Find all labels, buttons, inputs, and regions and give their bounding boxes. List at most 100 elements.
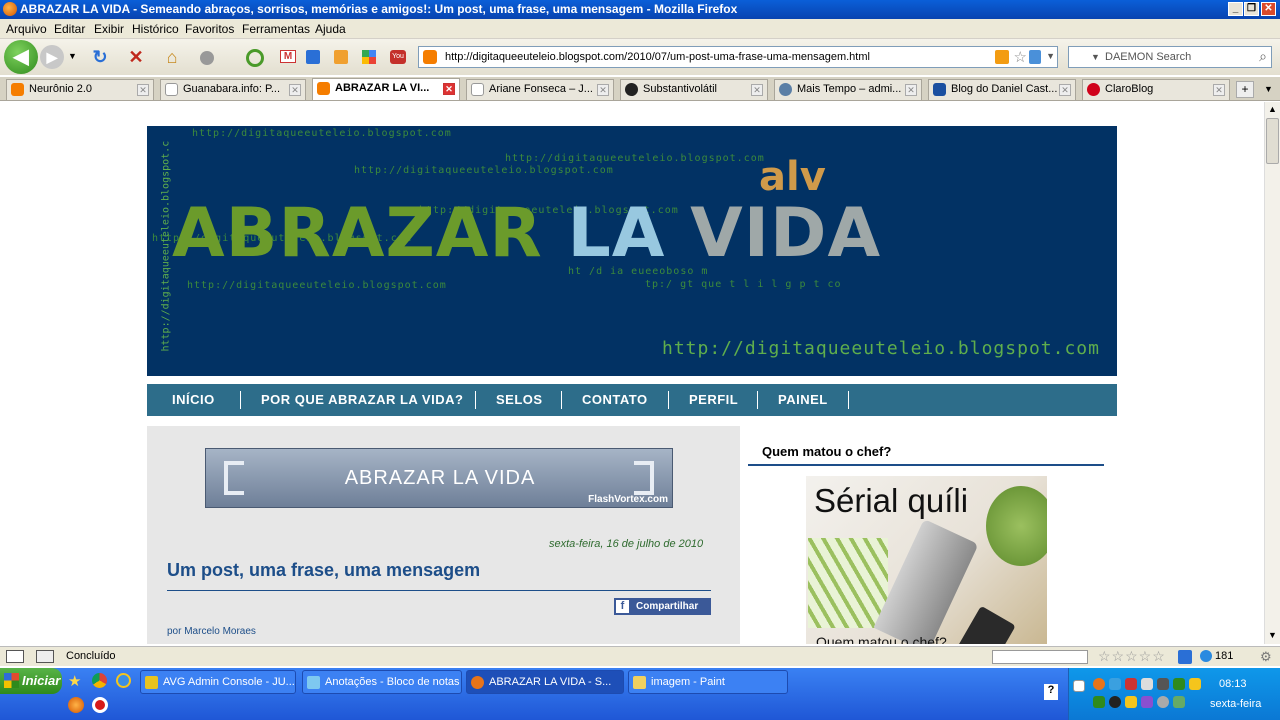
help-icon[interactable]: ? <box>1044 684 1058 700</box>
new-tab-button[interactable]: + <box>1236 81 1254 98</box>
tray-app3-icon[interactable] <box>1109 696 1121 708</box>
tab-ariane[interactable]: Ariane Fonseca – J... ✕ <box>466 79 614 100</box>
tray-app-icon[interactable] <box>1093 678 1105 690</box>
tray-app2-icon[interactable] <box>1093 696 1105 708</box>
tray-alert-icon[interactable] <box>1189 678 1201 690</box>
tray-volume-icon[interactable] <box>1157 696 1169 708</box>
info-icon[interactable] <box>1029 50 1041 64</box>
search-input[interactable]: DAEMON Search <box>1105 51 1191 63</box>
youtube-icon[interactable]: You <box>390 50 406 64</box>
nav-por-que[interactable]: POR QUE ABRAZAR LA VIDA? <box>261 392 463 407</box>
menu-exibir[interactable]: Exibir <box>94 22 124 36</box>
tab-abrazar[interactable]: ABRAZAR LA VI... ✕ <box>312 78 460 100</box>
tab-close-icon[interactable]: ✕ <box>1213 84 1225 96</box>
quicklaunch-star-icon[interactable]: ★ <box>68 672 81 690</box>
scroll-down-icon[interactable]: ▼ <box>1268 630 1277 640</box>
gmail-icon[interactable]: M <box>280 50 296 63</box>
tab-close-icon[interactable]: ✕ <box>137 84 149 96</box>
address-bar[interactable]: http://digitaqueeuteleio.blogspot.com/20… <box>418 46 1058 68</box>
serial-quili-image[interactable]: Sérial quíli Quem matou o chef? <box>806 476 1047 644</box>
nav-inicio[interactable]: INÍCIO <box>172 392 215 407</box>
tray-clock[interactable]: 08:13 <box>1219 678 1247 690</box>
rating-stars[interactable]: ☆☆☆☆☆ <box>1098 648 1166 665</box>
tab-daniel-castro[interactable]: Blog do Daniel Cast... ✕ <box>928 79 1076 100</box>
tab-close-icon[interactable]: ✕ <box>597 84 609 96</box>
tray-app4-icon[interactable] <box>1141 696 1153 708</box>
nav-contato[interactable]: CONTATO <box>582 392 648 407</box>
opera-icon[interactable] <box>92 697 108 713</box>
rss-icon[interactable] <box>995 50 1009 64</box>
menu-ajuda[interactable]: Ajuda <box>315 22 346 36</box>
menu-editar[interactable]: Editar <box>54 22 85 36</box>
addon-icon[interactable] <box>200 51 214 65</box>
tab-substantivolatil[interactable]: Substantivolátil ✕ <box>620 79 768 100</box>
scroll-up-icon[interactable]: ▲ <box>1268 104 1277 114</box>
blog-header-banner[interactable]: http://digitaqueeuteleio.blogspot.com ht… <box>147 126 1117 376</box>
tab-close-icon[interactable]: ✕ <box>1059 84 1071 96</box>
tab-close-icon[interactable]: ✕ <box>751 84 763 96</box>
maximize-button[interactable]: ❐ <box>1244 2 1259 16</box>
post-title[interactable]: Um post, uma frase, uma mensagem <box>167 560 480 581</box>
knife-handle-image <box>946 605 1016 644</box>
reload-icon[interactable]: ↻ <box>88 43 112 71</box>
search-icon[interactable]: ⌕ <box>1259 48 1267 65</box>
taskbar-item-firefox[interactable]: ABRAZAR LA VIDA - S... <box>466 670 624 694</box>
flashvortex-banner[interactable]: ABRAZAR LA VIDA FlashVortex.com <box>205 448 673 508</box>
menu-arquivo[interactable]: Arquivo <box>6 22 47 36</box>
stop-icon[interactable]: ✕ <box>124 43 148 71</box>
menu-ferramentas[interactable]: Ferramentas <box>242 22 310 36</box>
taskbar-item-paint[interactable]: imagem - Paint <box>628 670 788 694</box>
tab-list-icon[interactable]: ▼ <box>1264 84 1273 94</box>
serial-quili-title: Sérial quíli <box>814 482 969 519</box>
menu-favoritos[interactable]: Favoritos <box>185 22 234 36</box>
google-icon[interactable] <box>362 50 376 64</box>
resize-grip-icon[interactable]: ⚙ <box>1260 649 1272 665</box>
menu-historico[interactable]: Histórico <box>132 22 179 36</box>
forward-button[interactable]: ▶ <box>40 45 64 69</box>
tray-security-icon[interactable] <box>1125 678 1137 690</box>
star-icon[interactable]: ☆ <box>1014 48 1027 66</box>
url-text[interactable]: http://digitaqueeuteleio.blogspot.com/20… <box>445 51 870 63</box>
facebook-share-button[interactable]: f Compartilhar <box>614 598 711 615</box>
tab-neuronio[interactable]: Neurônio 2.0 ✕ <box>6 79 154 100</box>
start-button[interactable]: Iniciar <box>0 668 62 694</box>
search-box[interactable]: ▼ DAEMON Search ⌕ <box>1068 46 1272 68</box>
chrome-icon[interactable] <box>92 673 107 688</box>
page-scrollbar[interactable]: ▲ ▼ <box>1264 102 1280 644</box>
nav-painel[interactable]: PAINEL <box>778 392 828 407</box>
toolbar-addon-icon[interactable] <box>334 50 348 64</box>
tab-guanabara[interactable]: Guanabara.info: P... ✕ <box>160 79 306 100</box>
tray-app5-icon[interactable] <box>1173 696 1185 708</box>
tab-close-icon[interactable]: ✕ <box>443 83 455 95</box>
refresh-addon-icon[interactable] <box>246 49 264 67</box>
home-icon[interactable]: ⌂ <box>160 43 184 71</box>
tray-printer-icon[interactable] <box>1141 678 1153 690</box>
tool-icon[interactable] <box>36 650 54 663</box>
tray-avg-icon[interactable] <box>1173 678 1185 690</box>
screen-icon[interactable] <box>6 650 24 663</box>
tab-claroblog[interactable]: ClaroBlog ✕ <box>1082 79 1230 100</box>
tray-shield-icon[interactable] <box>1125 696 1137 708</box>
tray-network-icon[interactable] <box>1109 678 1121 690</box>
nav-selos[interactable]: SELOS <box>496 392 543 407</box>
tab-mais-tempo[interactable]: Mais Tempo – admi... ✕ <box>774 79 922 100</box>
url-dropdown-icon[interactable]: ▼ <box>1046 51 1055 61</box>
tray-window-icon[interactable] <box>1073 680 1085 692</box>
post-title-divider <box>167 590 711 591</box>
taskbar-item-notepad[interactable]: Anotações - Bloco de notas <box>302 670 462 694</box>
taskbar-item-avg[interactable]: AVG Admin Console - JU... <box>140 670 296 694</box>
minimize-button[interactable]: _ <box>1228 2 1243 16</box>
history-dropdown-icon[interactable]: ▼ <box>68 51 77 61</box>
nav-perfil[interactable]: PERFIL <box>689 392 738 407</box>
close-button[interactable]: ✕ <box>1261 2 1276 16</box>
back-button[interactable]: ◀ <box>4 40 38 74</box>
firefox-quicklaunch-icon[interactable] <box>68 697 84 713</box>
bookmark-icon[interactable] <box>306 50 320 64</box>
scrollbar-thumb[interactable] <box>1266 118 1279 164</box>
addon-status-icon[interactable] <box>1178 650 1192 664</box>
tray-device-icon[interactable] <box>1157 678 1169 690</box>
search-engine-dropdown-icon[interactable]: ▼ <box>1091 52 1100 62</box>
ie-icon[interactable] <box>116 673 131 688</box>
tab-close-icon[interactable]: ✕ <box>289 84 301 96</box>
tab-close-icon[interactable]: ✕ <box>905 84 917 96</box>
